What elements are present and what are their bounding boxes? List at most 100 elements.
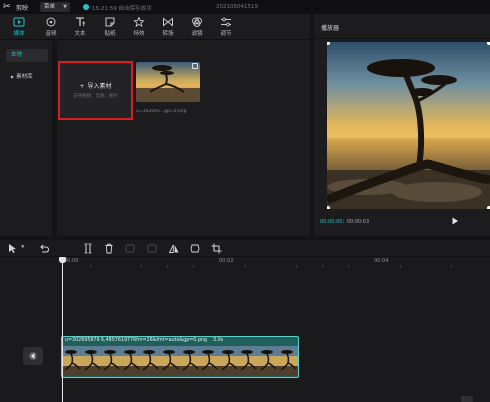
timeline-toolbar: ▼ [0,240,490,257]
save-status-icon [83,4,89,10]
tab-transition[interactable]: 转场 [155,17,181,39]
reverse-icon [147,244,157,253]
ruler-tick [90,265,91,268]
ruler-label: 00:00 [64,258,79,264]
clip-name: u=302695979 6,4857619776fm=26&fmt=auto&g… [65,338,207,343]
tab-label: 滤镜 [191,31,203,37]
audio-icon [46,17,56,27]
clip-frame-thumbnail [199,346,220,376]
import-highlight-frame [58,61,133,120]
play-icon[interactable] [451,217,459,225]
rotate-icon[interactable] [189,243,201,254]
project-name: 202105041519 [216,3,258,10]
save-status-text: 15:21:59 自动保存成功 [92,5,152,12]
sidebar-item-local[interactable]: 本地 [6,49,48,62]
tab-label: 调节 [220,31,232,37]
freeze-frame-icon [125,244,135,253]
media-icon [13,17,25,27]
media-sidebar: 本地 ▶ 素材库 [0,41,57,236]
clip-frame-thumbnail [277,346,298,376]
tab-audio[interactable]: 音频 [38,17,64,39]
ruler-tick [348,265,349,268]
undo-icon[interactable] [38,243,50,254]
text-icon [76,17,85,26]
clip-frames [62,346,298,376]
clip-frame-thumbnail [218,346,239,376]
tab-label: 音频 [45,31,57,37]
clip-frame-thumbnail [159,346,180,376]
media-panel: 媒体 音频 文本 贴纸 特效 转场 滤镜 调节 本地 ▶ 素材库 + 导入素材 … [0,14,310,236]
media-thumbnail[interactable] [136,62,200,102]
playhead-line[interactable] [62,257,63,402]
clip-frame-thumbnail [81,346,102,376]
app-name: 剪映 [16,5,29,12]
track-mute-button[interactable] [23,347,43,365]
caret-right-icon: ▶ [11,74,15,79]
tab-sticker[interactable]: 贴纸 [97,17,123,39]
clip-frame-thumbnail [101,346,122,376]
ruler-tick [451,265,452,268]
ruler-tick [193,265,194,268]
ruler-tick [296,265,297,268]
app-logo-icon: ✂ [3,2,11,12]
tab-label: 媒体 [13,31,25,37]
clip-frame-thumbnail [62,346,82,376]
tab-effects[interactable]: 特效 [126,17,152,39]
clip-frame-thumbnail [238,346,259,376]
add-to-track-icon[interactable] [192,63,198,69]
ruler-tick [322,265,323,268]
resize-handle[interactable] [327,206,330,209]
tab-filter[interactable]: 滤镜 [184,17,210,39]
timeline-zoom-control[interactable] [461,396,473,402]
tab-label: 转场 [162,31,174,37]
speaker-icon [29,352,37,360]
sidebar-item-label: 素材库 [16,74,33,80]
filter-icon [192,17,202,27]
tab-label: 文本 [74,31,86,37]
clip-label: u=302695979 6,4857619776fm=26&fmt=auto&g… [65,338,223,343]
player-title: 播放器 [321,25,340,32]
sidebar-item-library[interactable]: ▶ 素材库 [6,70,48,83]
tab-text[interactable]: 文本 [67,17,93,39]
transition-icon [163,17,173,27]
crop-icon[interactable] [211,243,223,254]
current-time: 00:00:00 [320,219,343,225]
sidebar-divider [52,41,57,236]
player-panel: 播放器 00:00:00 | 00:00:03 [314,14,490,236]
clip-duration: 3.0s [213,338,224,343]
ruler-tick [400,265,401,268]
clip-frame-thumbnail [179,346,200,376]
timeline-ruler[interactable]: 00:00 00:02 00:04 [0,257,490,269]
preview-image [327,42,490,209]
video-clip[interactable]: u=302695979 6,4857619776fm=26&fmt=auto&g… [61,336,299,378]
chevron-down-icon: ▼ [63,4,67,10]
total-time: | 00:00:03 [343,219,369,225]
timeline-panel: ▼ 00:00 00:02 00:04 u=302695979 6,485761… [0,240,490,402]
ruler-tick [245,265,246,268]
tab-adjust[interactable]: 调节 [213,17,239,39]
media-caption: u=302695...gp=0.png [136,109,187,114]
adjust-icon [221,17,231,27]
clip-frame-thumbnail [140,346,161,376]
menu-button[interactable]: 菜单 ▼ [40,2,70,12]
mirror-icon[interactable] [168,243,180,254]
chevron-down-icon[interactable]: ▼ [21,245,24,250]
player-viewport[interactable] [327,42,490,209]
select-cursor-icon[interactable] [7,243,19,254]
menu-button-label: 菜单 [44,4,56,10]
delete-icon[interactable] [103,243,115,254]
tab-label: 特效 [133,31,145,37]
ruler-label: 00:04 [374,258,389,264]
tab-media[interactable]: 媒体 [6,17,32,39]
sticker-icon [105,17,115,27]
ruler-label: 00:02 [219,258,234,264]
split-icon[interactable] [82,243,94,254]
playhead-handle[interactable] [59,257,66,263]
effects-icon [133,17,145,27]
total-time-value: 00:00:03 [346,219,370,225]
clip-frame-thumbnail [257,346,278,376]
time-separator: | [343,219,345,225]
tab-label: 贴纸 [104,31,116,37]
player-header: 播放器 [314,14,490,39]
tool-tabs: 媒体 音频 文本 贴纸 特效 转场 滤镜 调节 [0,14,310,40]
